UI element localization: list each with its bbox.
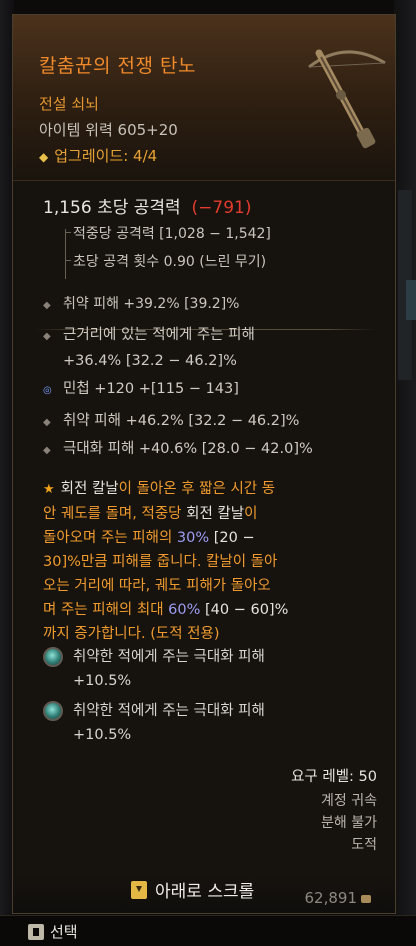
dps-delta: (−791): [191, 198, 252, 218]
upgrade-diamond-icon: ◆: [39, 150, 49, 164]
skill-name: 회전 칼날: [60, 481, 119, 497]
affix-bullet-icon: ◆: [43, 300, 51, 311]
affix-critical-damage: ◆ 극대화 피해 +40.6% [28.0 − 42.0]%: [43, 437, 383, 463]
item-power: 아이템 위력 605+20: [39, 121, 178, 139]
dps-value: 1,156 초당 공격력: [43, 198, 181, 218]
affix-bullet-icon: ◆: [43, 445, 51, 456]
scroll-down-prompt[interactable]: 아래로 스크롤: [131, 877, 254, 902]
footer-bar: 선택: [0, 915, 416, 946]
legendary-range: [20 −: [209, 530, 255, 546]
gem-icon: [43, 647, 63, 667]
sell-price: 62,891: [304, 889, 371, 907]
legendary-text: 이 돌아온 후 짧은 시간 동: [118, 481, 276, 497]
select-key-icon: [28, 924, 44, 940]
affix-bullet-blue-icon: ◎: [43, 385, 52, 396]
legendary-text: 이: [244, 506, 258, 522]
socket-gem-2: 취약한 적에게 주는 극대화 피해 +10.5%: [43, 699, 383, 747]
item-upgrade: ◆ 업그레이드: 4/4: [39, 145, 157, 166]
required-level: 요구 레벨: 50: [291, 769, 377, 785]
socket-text: 취약한 적에게 주는 극대화 피해: [73, 703, 265, 719]
account-bound: 계정 귀속: [321, 793, 377, 809]
class-restriction: 도적: [351, 837, 377, 853]
select-button[interactable]: 선택: [28, 921, 78, 942]
stat-tree-line: [65, 229, 66, 279]
item-rarity-type: 전설 쇠뇌: [39, 95, 99, 113]
socket-text: +10.5%: [73, 727, 132, 743]
item-name: 칼춤꾼의 전쟁 탄노: [39, 55, 196, 77]
damage-per-hit: 적중당 공격력 [1,028 − 1,542]: [65, 223, 271, 243]
select-label: 선택: [50, 923, 78, 941]
affix-text: 취약 피해 +46.2% [32.2 − 46.2]%: [63, 413, 300, 429]
sell-price-value: 62,891: [304, 889, 358, 907]
background-ui-fragment: [406, 280, 416, 320]
affix-text: 극대화 피해 +40.6% [28.0 − 42.0]%: [63, 441, 313, 457]
legendary-text: 며 주는 피해의 최대: [43, 602, 169, 618]
gold-icon: [361, 895, 371, 903]
item-tooltip: 칼춤꾼의 전쟁 탄노 전설 쇠뇌 아이템 위력 605+20 ◆ 업그레이드: 4…: [12, 14, 396, 914]
item-header: 칼춤꾼의 전쟁 탄노 전설 쇠뇌 아이템 위력 605+20 ◆ 업그레이드: 4…: [13, 15, 395, 181]
background-right-edge: [394, 0, 416, 945]
legendary-value: 60%: [168, 602, 201, 618]
socket-text: +10.5%: [73, 673, 132, 689]
affix-bullet-icon: ◆: [43, 417, 51, 428]
skill-name: 회전 칼날: [186, 506, 245, 522]
affix-dexterity: ◎ 민첩 +120 +[115 − 143]: [43, 377, 383, 403]
socket-gem-1: 취약한 적에게 주는 극대화 피해 +10.5%: [43, 645, 383, 693]
legendary-text: 30]%만큼 피해를 줍니다. 칼날이 돌아: [43, 554, 278, 570]
crossbow-icon: [308, 49, 386, 149]
legendary-text: 오는 거리에 따라, 궤도 피해가 돌아오: [43, 578, 271, 594]
scroll-down-key-icon: [131, 881, 147, 899]
affix-vulnerable-damage: ◆ 취약 피해 +46.2% [32.2 − 46.2]%: [43, 409, 383, 435]
attack-speed: 초당 공격 횟수 0.90 (느린 무기): [64, 251, 266, 271]
scroll-prompt-label: 아래로 스크롤: [155, 882, 255, 902]
socket-text: 취약한 적에게 주는 극대화 피해: [73, 649, 265, 665]
legendary-aspect: ★ 회전 칼날이 돌아온 후 짧은 시간 동 안 궤도를 돌며, 적중당 회전 칼…: [43, 477, 393, 646]
implicit-affix-text: 취약 피해 +39.2% [39.2]%: [63, 296, 240, 312]
affix-text: +36.4% [32.2 − 46.2]%: [63, 353, 237, 369]
legendary-text: 까지 증가합니다. (도적 전용): [43, 626, 220, 642]
legendary-range: [40 − 60]%: [200, 602, 289, 618]
gem-icon: [43, 701, 63, 721]
salvage-status: 분해 불가: [321, 815, 377, 831]
affix-text: 근거리에 있는 적에게 주는 피해: [63, 327, 255, 343]
affix-close-damage: ◆ 근거리에 있는 적에게 주는 피해 +36.4% [32.2 − 46.2]%: [43, 323, 383, 373]
affix-bullet-icon: ◆: [43, 331, 51, 342]
dps-stat: 1,156 초당 공격력 (−791): [43, 193, 251, 218]
legendary-text: 안 궤도를 돌며, 적중당: [43, 506, 187, 522]
upgrade-label: 업그레이드: 4/4: [54, 147, 158, 165]
legendary-value: 30%: [176, 530, 210, 546]
legendary-star-icon: ★: [43, 482, 55, 497]
legendary-text: 돌아오며 주는 피해의: [43, 530, 177, 546]
implicit-affix: ◆ 취약 피해 +39.2% [39.2]%: [43, 293, 239, 313]
affix-text: 민첩 +120 +[115 − 143]: [63, 381, 239, 397]
